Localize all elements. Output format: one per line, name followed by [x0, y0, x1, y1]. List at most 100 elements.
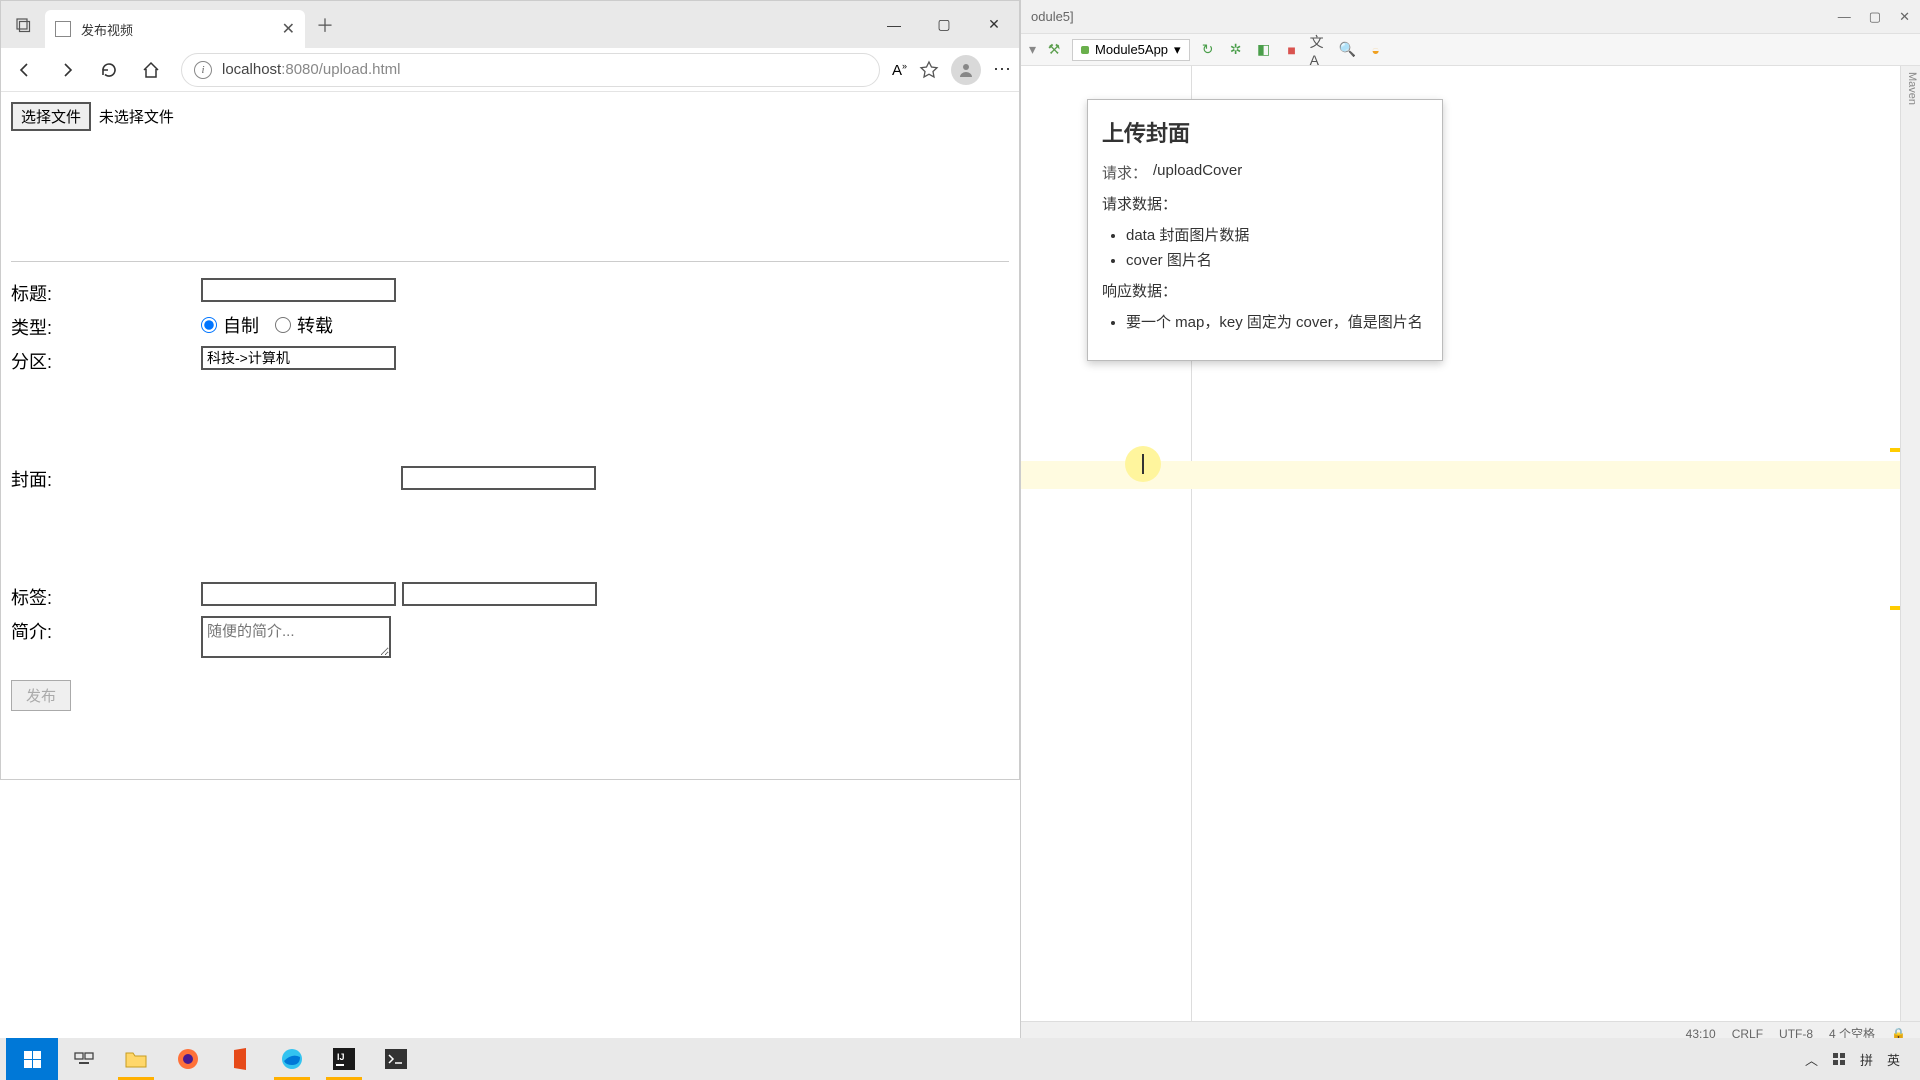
new-tab-button[interactable]: ＋: [305, 1, 345, 48]
debug-icon[interactable]: ✲: [1226, 40, 1246, 60]
divider: [11, 261, 1009, 262]
tag-input-2[interactable]: [402, 582, 597, 606]
page-content: 选择文件 未选择文件 标题: 类型: 自制 转载 分区: 封面: 标签:: [1, 92, 1019, 721]
read-aloud-icon[interactable]: A»: [892, 61, 907, 79]
doc-request-row: 请求： /uploadCover: [1102, 162, 1428, 183]
ime-indicator-2[interactable]: 英: [1887, 1050, 1900, 1069]
title-input[interactable]: [201, 278, 396, 302]
editor-minimap[interactable]: [1888, 66, 1900, 1021]
ide-toolbar: ▾ ⚒ Module5App ▾ ↻ ✲ ◧ ■ 文A 🔍 ◒: [1021, 34, 1920, 66]
url-text: localhost:8080/upload.html: [222, 61, 400, 78]
ide-close-icon[interactable]: ✕: [1899, 9, 1910, 25]
intro-textarea[interactable]: [201, 616, 391, 658]
forward-button[interactable]: [49, 52, 85, 88]
tag-input-1[interactable]: [201, 582, 396, 606]
doc-response-data-label: 响应数据：: [1102, 280, 1428, 301]
ide-right-sidebar[interactable]: Maven: [1900, 66, 1920, 1021]
ide-window: odule5] — ▢ ✕ ▾ ⚒ Module5App ▾ ↻ ✲ ◧ ■ 文…: [1020, 0, 1920, 1045]
ide-maximize-icon[interactable]: ▢: [1869, 9, 1881, 25]
ide-titlebar: odule5] — ▢ ✕: [1021, 0, 1920, 34]
translate-icon[interactable]: 文A: [1310, 40, 1330, 60]
doc-request-item: data 封面图片数据: [1126, 224, 1428, 245]
editor-caret-spotlight: [1125, 446, 1161, 482]
start-button[interactable]: [6, 1038, 58, 1080]
type-row: 类型: 自制 转载: [11, 312, 1009, 340]
site-info-icon[interactable]: i: [194, 61, 212, 79]
publish-button[interactable]: 发布: [11, 680, 71, 711]
ide-actions-icon[interactable]: ◒: [1366, 40, 1386, 60]
minimize-button[interactable]: —: [869, 1, 919, 48]
system-tray: ︿ 拼 英: [1805, 1050, 1914, 1069]
cover-input[interactable]: [401, 466, 596, 490]
title-label: 标题:: [11, 278, 201, 306]
run-config-bullet-icon: [1081, 46, 1089, 54]
intellij-icon: IJ: [333, 1048, 355, 1070]
maximize-button[interactable]: ▢: [919, 1, 969, 48]
ide-minimize-icon[interactable]: —: [1838, 9, 1851, 25]
ide-dropdown-caret-icon[interactable]: ▾: [1029, 41, 1036, 58]
stop-icon[interactable]: ■: [1282, 40, 1302, 60]
taskbar-terminal[interactable]: [370, 1038, 422, 1080]
run-reload-icon[interactable]: ↻: [1198, 40, 1218, 60]
coverage-icon[interactable]: ◧: [1254, 40, 1274, 60]
windows-logo-icon: [24, 1051, 41, 1068]
choose-file-button[interactable]: 选择文件: [11, 102, 91, 131]
type-self-label: 自制: [223, 312, 259, 338]
run-config-dropdown[interactable]: Module5App ▾: [1072, 39, 1190, 61]
browser-window-controls: — ▢ ✕: [869, 1, 1019, 48]
browser-tab[interactable]: 发布视频 ✕: [45, 10, 305, 48]
category-input[interactable]: [201, 346, 396, 370]
back-button[interactable]: [7, 52, 43, 88]
taskbar-firefox[interactable]: [162, 1038, 214, 1080]
close-button[interactable]: ✕: [969, 1, 1019, 48]
browser-toolbar: i localhost:8080/upload.html A» ⋯: [1, 48, 1019, 92]
doc-request-list: data 封面图片数据 cover 图片名: [1102, 224, 1428, 270]
intro-label: 简介:: [11, 616, 201, 644]
documentation-popup: 上传封面 请求： /uploadCover 请求数据： data 封面图片数据 …: [1087, 99, 1443, 361]
category-row: 分区:: [11, 346, 1009, 374]
tray-grid-icon[interactable]: [1832, 1052, 1846, 1066]
favorites-icon[interactable]: [919, 60, 939, 80]
taskbar-edge[interactable]: [266, 1038, 318, 1080]
ide-window-controls: — ▢ ✕: [1838, 9, 1910, 25]
taskbar-explorer[interactable]: [110, 1038, 162, 1080]
terminal-icon: [385, 1049, 407, 1069]
edge-icon: [280, 1047, 304, 1071]
tab-actions-button[interactable]: [1, 1, 45, 48]
type-repost-radio[interactable]: [275, 317, 291, 333]
tab-close-icon[interactable]: ✕: [282, 19, 295, 39]
tags-row: 标签:: [11, 582, 1009, 610]
home-button[interactable]: [133, 52, 169, 88]
run-config-name: Module5App: [1095, 42, 1168, 57]
doc-popup-title: 上传封面: [1102, 116, 1428, 148]
ide-editor-area[interactable]: 上传封面 请求： /uploadCover 请求数据： data 封面图片数据 …: [1021, 66, 1900, 1021]
taskbar-intellij[interactable]: IJ: [318, 1038, 370, 1080]
profile-button[interactable]: [951, 55, 981, 85]
ime-indicator-1[interactable]: 拼: [1860, 1050, 1873, 1069]
category-label: 分区:: [11, 346, 201, 374]
doc-response-item: 要一个 map，key 固定为 cover，值是图片名: [1126, 311, 1428, 332]
tab-title: 发布视频: [81, 20, 272, 39]
arrow-left-icon: [15, 60, 35, 80]
browser-menu-button[interactable]: ⋯: [993, 59, 1013, 80]
doc-response-list: 要一个 map，key 固定为 cover，值是图片名: [1102, 311, 1428, 332]
windows-taskbar: IJ ︿ 拼 英: [0, 1038, 1920, 1080]
task-view-button[interactable]: [58, 1038, 110, 1080]
taskbar-office[interactable]: [214, 1038, 266, 1080]
tray-chevron-up-icon[interactable]: ︿: [1805, 1050, 1818, 1069]
reload-button[interactable]: [91, 52, 127, 88]
home-icon: [141, 60, 161, 80]
ide-title-text: odule5]: [1031, 9, 1838, 24]
person-icon: [957, 61, 975, 79]
intro-row: 简介:: [11, 616, 1009, 658]
doc-request-label: 请求：: [1102, 162, 1147, 183]
firefox-icon: [176, 1047, 200, 1071]
hammer-build-icon[interactable]: ⚒: [1044, 40, 1064, 60]
file-status-text: 未选择文件: [99, 109, 174, 126]
file-upload-row: 选择文件 未选择文件: [11, 102, 1009, 131]
address-bar[interactable]: i localhost:8080/upload.html: [181, 53, 880, 87]
search-icon[interactable]: 🔍: [1338, 40, 1358, 60]
type-self-radio[interactable]: [201, 317, 217, 333]
cover-label: 封面:: [11, 464, 201, 492]
folder-icon: [124, 1047, 148, 1071]
